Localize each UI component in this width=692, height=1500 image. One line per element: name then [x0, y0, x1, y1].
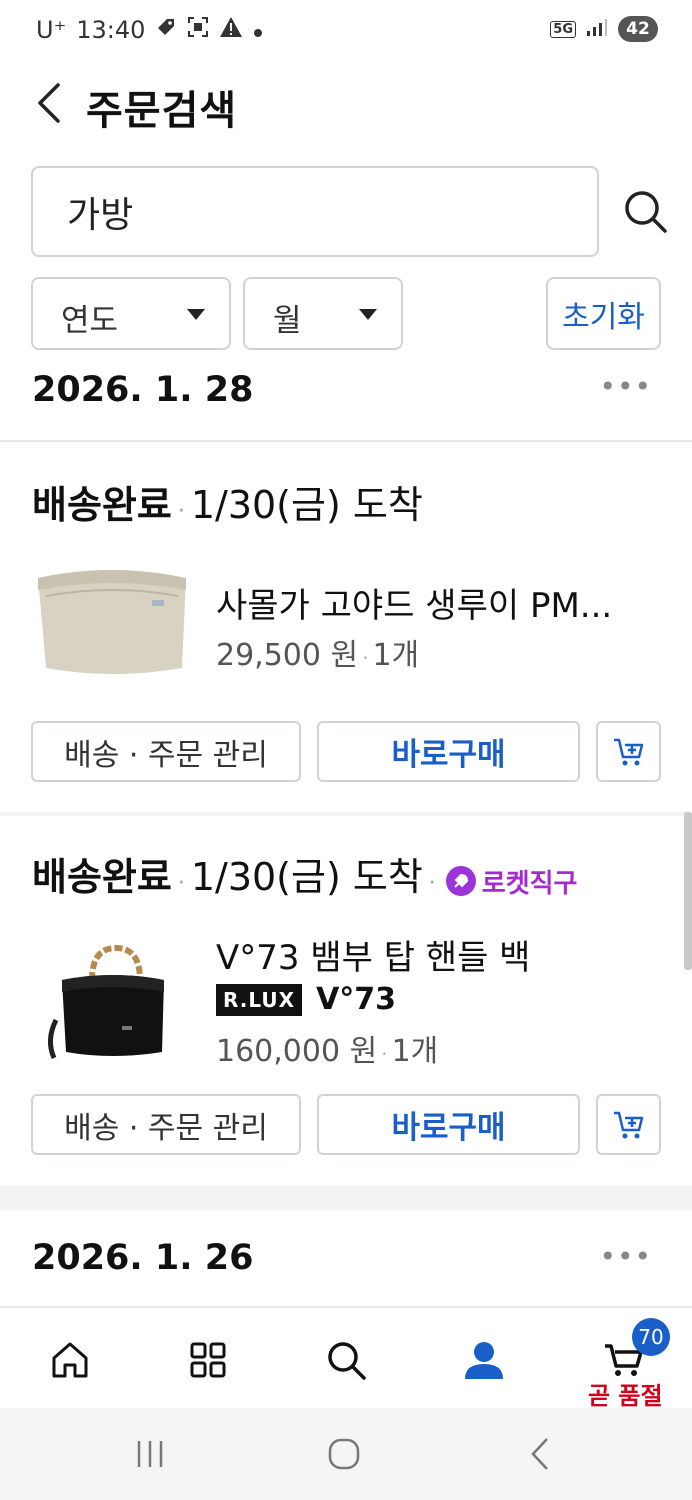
date-group-header: 2026. 1. 26 ••• — [0, 1210, 692, 1306]
product-image[interactable] — [32, 940, 192, 1070]
battery-icon: 42 — [618, 16, 658, 42]
month-dropdown[interactable]: 월 — [243, 277, 403, 350]
nav-search[interactable] — [316, 1330, 376, 1390]
separator-dot: · — [381, 1042, 388, 1066]
back-button[interactable] — [28, 78, 68, 128]
search-icon — [625, 191, 667, 233]
arrival-date: 1/30(금) 도착 — [190, 855, 423, 899]
system-nav-bar — [0, 1408, 692, 1500]
signal-icon — [586, 17, 608, 42]
date-group-header: 2026. 1. 28 ••• — [0, 362, 692, 440]
more-options-icon[interactable]: ••• — [599, 1240, 652, 1273]
scrollbar[interactable] — [684, 812, 692, 970]
order-date: 2026. 1. 28 — [32, 370, 254, 410]
search-icon — [328, 1342, 366, 1380]
add-to-cart-button[interactable] — [596, 1094, 661, 1155]
delivery-status: 배송완료 — [32, 483, 172, 527]
product-price: 29,500 원 — [216, 638, 359, 673]
network-label: 5G — [550, 20, 576, 38]
separator-dot: · — [177, 499, 185, 524]
felt-organizer-image — [38, 570, 186, 674]
recent-apps-button[interactable] — [130, 1434, 170, 1474]
brand-badge: R.LUX — [216, 983, 303, 1016]
delivery-status: 배송완료 — [32, 855, 172, 899]
back-chevron-icon — [531, 1438, 548, 1470]
brand-name: V°73 — [316, 982, 397, 1017]
back-system-button[interactable] — [520, 1434, 560, 1474]
product-price: 160,000 원 — [216, 1034, 378, 1069]
section-gap — [0, 1186, 692, 1210]
page-title: 주문검색 — [86, 88, 238, 134]
search-input[interactable] — [31, 166, 599, 257]
buy-now-button[interactable]: 바로구매 — [317, 1094, 580, 1155]
section-gap — [0, 812, 692, 816]
manage-order-button[interactable]: 배송 · 주문 관리 — [31, 721, 301, 782]
order-date: 2026. 1. 26 — [32, 1238, 254, 1278]
rocket-global-badge: 로켓직구 — [445, 863, 578, 900]
home-system-button[interactable] — [324, 1434, 364, 1474]
nav-my-account[interactable] — [454, 1330, 514, 1390]
clock: 13:40 — [76, 16, 146, 44]
warning-icon — [219, 16, 243, 44]
cart-count-badge: 70 — [632, 1318, 670, 1356]
reset-button[interactable]: 초기화 — [546, 277, 661, 350]
order-status-line: 배송완료 · 1/30(금) 도착 · 로켓직구 — [32, 846, 577, 901]
tag-icon — [155, 16, 177, 44]
product-quantity: 1개 — [372, 638, 420, 673]
price-quantity: 29,500 원 · 1개 — [216, 630, 419, 674]
brand-line: R.LUX V°73 — [216, 982, 396, 1017]
header: 주문검색 — [0, 64, 692, 144]
buy-now-button[interactable]: 바로구매 — [317, 721, 580, 782]
separator-dot: · — [177, 871, 185, 896]
more-options-icon[interactable]: ••• — [599, 370, 652, 403]
add-to-cart-button[interactable] — [596, 721, 661, 782]
cart-soldout-notice: 곧 품절 — [588, 1382, 663, 1410]
caret-down-icon — [359, 309, 377, 320]
separator-dot: · — [428, 871, 436, 896]
status-bar: U⁺ 13:40 5G 42 — [0, 0, 692, 64]
rocket-badge-label: 로켓직구 — [481, 868, 578, 899]
recent-apps-icon — [137, 1441, 163, 1467]
manage-order-button[interactable]: 배송 · 주문 관리 — [31, 1094, 301, 1155]
status-right: 5G 42 — [550, 16, 658, 42]
year-dropdown[interactable]: 연도 — [31, 277, 231, 350]
divider — [0, 440, 692, 442]
grid-icon — [190, 1342, 226, 1378]
search-button[interactable] — [620, 186, 670, 236]
home-circle-icon — [328, 1438, 360, 1470]
month-dropdown-label: 월 — [273, 303, 302, 339]
year-dropdown-label: 연도 — [61, 303, 119, 339]
chevron-left-icon — [38, 83, 60, 123]
scan-icon — [187, 16, 209, 44]
order-status-line: 배송완료 · 1/30(금) 도착 — [32, 474, 423, 529]
price-quantity: 160,000 원 · 1개 — [216, 1026, 438, 1070]
status-left: U⁺ 13:40 — [36, 16, 263, 44]
nav-home[interactable] — [40, 1330, 100, 1390]
product-quantity: 1개 — [391, 1034, 439, 1069]
separator-dot: · — [362, 646, 369, 670]
rocket-icon — [445, 866, 476, 896]
cart-plus-icon — [613, 1111, 643, 1138]
product-image[interactable] — [32, 556, 192, 686]
user-icon — [465, 1342, 503, 1379]
handbag-image — [48, 944, 164, 1060]
nav-category[interactable] — [178, 1330, 238, 1390]
notification-dot-icon — [253, 16, 263, 44]
arrival-date: 1/30(금) 도착 — [190, 483, 423, 527]
home-icon — [52, 1342, 88, 1378]
carrier-label: U⁺ — [36, 16, 67, 44]
cart-plus-icon — [613, 738, 643, 765]
product-name[interactable]: 사몰가 고야드 생루이 PM... — [216, 578, 612, 627]
caret-down-icon — [187, 309, 205, 320]
product-name[interactable]: V°73 뱀부 탑 핸들 백 — [216, 930, 530, 979]
